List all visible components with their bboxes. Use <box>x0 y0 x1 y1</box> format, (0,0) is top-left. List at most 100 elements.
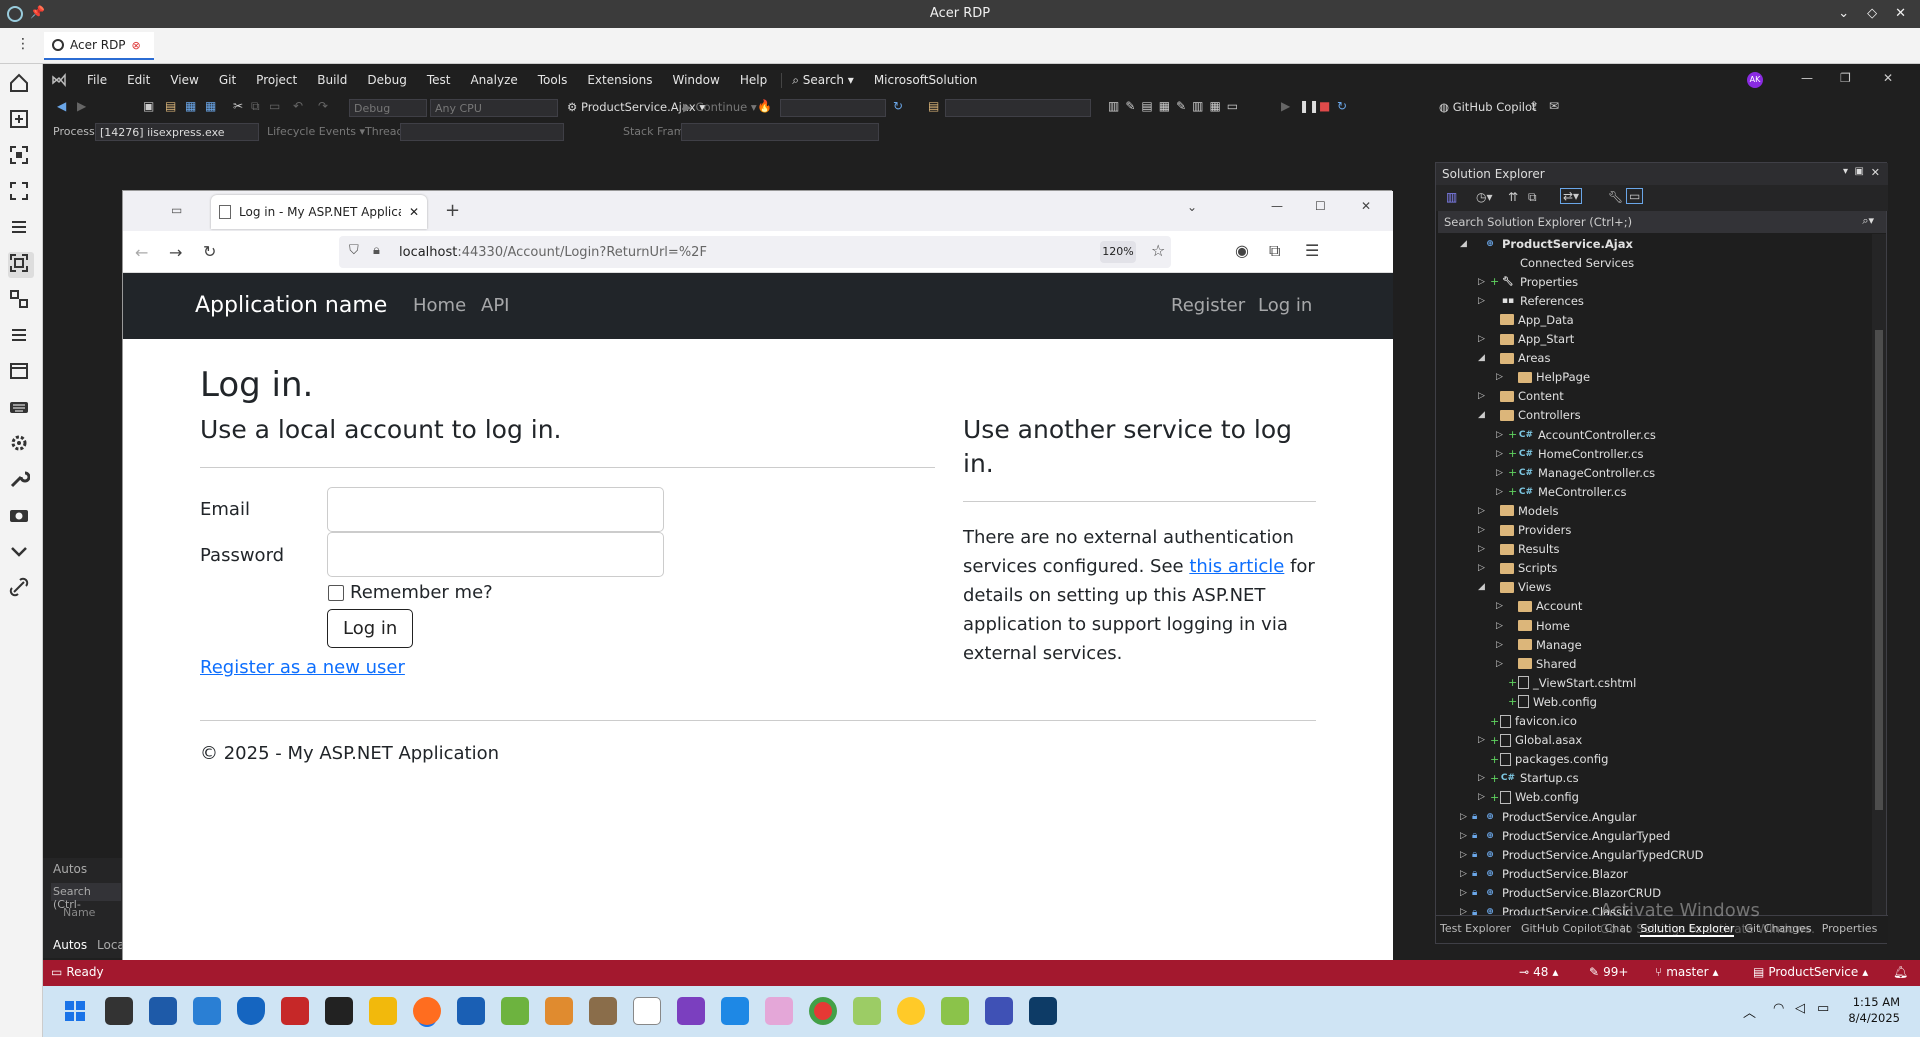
app-icon-17[interactable] <box>853 997 881 1025</box>
app-icon-19[interactable] <box>941 997 969 1025</box>
tree-node[interactable]: ▷ Content <box>1478 387 1564 406</box>
collapse-icon[interactable] <box>8 540 34 566</box>
tree-node[interactable]: ▷ Manage <box>1496 635 1582 654</box>
copy-icon[interactable]: ⧉ <box>251 99 260 114</box>
search-app-icon[interactable] <box>193 997 221 1025</box>
tree-node[interactable]: ▷ + C# HomeController.cs <box>1496 444 1643 463</box>
tree-node[interactable]: + _ViewStart.cshtml <box>1496 673 1636 692</box>
collapsed-chevron-icon[interactable]: ▷ <box>1478 296 1490 306</box>
tree-node[interactable]: ▷ Models <box>1478 501 1559 520</box>
tree-node[interactable]: ▷ 🔒︎ ⊕ ProductService.AngularTypedCRUD <box>1460 845 1704 864</box>
nav-home[interactable]: Home <box>413 295 466 316</box>
tree-node[interactable]: ▷ Results <box>1478 540 1560 559</box>
locals-tab[interactable]: Loca <box>97 938 125 952</box>
tree-node[interactable]: ▷ + Web.config <box>1478 788 1579 807</box>
app-icon-9[interactable] <box>545 997 573 1025</box>
back-icon[interactable]: ← <box>135 243 148 262</box>
tree-node[interactable]: ▷ 🔒︎ ⊕ ProductService.AngularTyped <box>1460 826 1670 845</box>
collapsed-chevron-icon[interactable]: ▷ <box>1496 659 1508 669</box>
collapsed-chevron-icon[interactable]: ▷ <box>1496 487 1508 497</box>
menu-build[interactable]: Build <box>307 73 357 87</box>
remote-desktop-icon[interactable] <box>149 997 177 1025</box>
collapsed-chevron-icon[interactable]: ▷ <box>1478 334 1490 344</box>
paste-icon[interactable]: ▭ <box>269 99 280 113</box>
continue-button[interactable]: ▶ Continue ▾ <box>683 100 757 114</box>
preview-icon[interactable]: ▭ <box>1626 188 1644 204</box>
tree-node[interactable]: ▷ + C# MeController.cs <box>1496 482 1626 501</box>
refresh-icon[interactable]: ↻ <box>893 99 903 113</box>
back-icon[interactable]: ◀ <box>57 99 66 113</box>
close-icon[interactable]: ✕ <box>1361 199 1371 213</box>
email-field[interactable] <box>327 487 664 532</box>
tree-node[interactable]: ◢ ⊕ ProductService.Ajax <box>1460 234 1633 253</box>
forward-icon[interactable]: ▶ <box>77 99 86 113</box>
save-icon[interactable]: ▦ <box>185 99 196 113</box>
collapsed-chevron-icon[interactable]: ▷ <box>1496 430 1508 440</box>
tree-node[interactable]: ◢ Controllers <box>1478 406 1581 425</box>
pause-icon[interactable]: ❚❚ <box>1299 99 1319 113</box>
postgres-icon[interactable] <box>985 997 1013 1025</box>
zoom-indicator[interactable]: 120% <box>1100 241 1136 263</box>
collapsed-chevron-icon[interactable]: ▷ <box>1496 601 1508 611</box>
menu-icon[interactable]: ☰ <box>1305 241 1319 260</box>
app-icon-18[interactable] <box>897 997 925 1025</box>
collapsed-chevron-icon[interactable]: ▷ <box>1478 563 1490 573</box>
close-icon[interactable]: ✕ <box>1871 166 1880 179</box>
nav-register[interactable]: Register <box>1171 295 1245 316</box>
notifications-icon[interactable]: 🔔︎ <box>1893 965 1908 979</box>
collapsed-chevron-icon[interactable]: ▷ <box>1496 449 1508 459</box>
tree-node[interactable]: App_Data <box>1478 310 1574 329</box>
stop-icon[interactable]: ■ <box>1319 99 1330 113</box>
tab-test-explorer[interactable]: Test Explorer <box>1440 922 1511 937</box>
keyboard-icon[interactable] <box>8 396 34 422</box>
scrollbar-thumb[interactable] <box>1875 330 1883 810</box>
browser-tab-login[interactable]: Log in - My ASP.NET Applicatio ✕ <box>211 195 427 229</box>
location-dropdown[interactable] <box>945 99 1091 117</box>
rdp-session-tab[interactable]: Acer RDP ⊗ <box>44 32 154 60</box>
fullscreen-icon[interactable] <box>8 180 34 206</box>
redo-icon[interactable]: ↷ <box>318 99 328 113</box>
minimize-icon[interactable]: — <box>1801 71 1813 85</box>
fit-icon[interactable] <box>8 144 34 170</box>
config-dropdown[interactable]: Debug <box>349 99 427 117</box>
tree-node[interactable]: ▷ + C# AccountController.cs <box>1496 425 1656 444</box>
restart-icon[interactable]: ↻ <box>1337 99 1347 113</box>
notepad-plus-icon[interactable] <box>501 997 529 1025</box>
bookmark-star-icon[interactable]: ☆ <box>1151 241 1165 260</box>
add-window-icon[interactable] <box>8 108 34 134</box>
changes-indicator[interactable]: ✎ 99+ <box>1589 965 1628 979</box>
tree-node[interactable]: + Web.config <box>1496 692 1597 711</box>
settings-icon[interactable] <box>8 432 34 458</box>
pending-changes-icon[interactable]: ◷▾ <box>1476 190 1493 204</box>
site-brand[interactable]: Application name <box>195 293 387 318</box>
tool-app-icon[interactable] <box>281 997 309 1025</box>
tree-node[interactable]: ◢ Views <box>1478 578 1551 597</box>
autos-tab[interactable]: Autos <box>53 938 87 952</box>
vs-search-button[interactable]: ⌕ Search ▾ <box>781 72 864 88</box>
tree-node[interactable]: ▷ Account <box>1496 597 1582 616</box>
list-icon[interactable] <box>8 324 34 350</box>
firefox-icon[interactable] <box>413 997 441 1025</box>
tree-node[interactable]: ▷ + Global.asax <box>1478 731 1582 750</box>
collapsed-chevron-icon[interactable]: ▷ <box>1478 525 1490 535</box>
tab-overview-icon[interactable]: ▭ <box>171 203 182 217</box>
account-icon[interactable]: ◉ <box>1235 241 1249 260</box>
new-tab-icon[interactable]: + <box>445 200 460 221</box>
collapsed-chevron-icon[interactable]: ▷ <box>1496 372 1508 382</box>
solution-scrollbar[interactable] <box>1872 234 1886 916</box>
feedback-icon[interactable]: ✉ <box>1549 99 1559 113</box>
branch-indicator[interactable]: ⑂ master ▴ <box>1655 965 1719 979</box>
restore-icon[interactable]: ◇ <box>1867 6 1877 21</box>
start-icon[interactable] <box>61 997 89 1025</box>
show-all-icon[interactable]: ⧉ <box>1528 190 1537 205</box>
chevron-down-icon[interactable]: ⌄ <box>1838 6 1849 21</box>
process-dropdown[interactable]: [14276] iisexpress.exe <box>95 123 259 141</box>
restore-window-icon[interactable]: ❐ <box>1840 71 1851 85</box>
tree-node[interactable]: + packages.config <box>1478 750 1608 769</box>
debug-tools-icons[interactable]: ▥✎▤▦✎▥▦▭ <box>1108 99 1244 113</box>
reload-icon[interactable]: ↻ <box>203 242 216 261</box>
tree-node[interactable]: ▷ + C# Startup.cs <box>1478 769 1579 788</box>
tree-node[interactable]: ▷ 🔒︎ ⊕ ProductService.Blazor <box>1460 864 1628 883</box>
battery-icon[interactable]: ▭ <box>1817 1001 1829 1016</box>
menu-window[interactable]: Window <box>663 73 730 87</box>
